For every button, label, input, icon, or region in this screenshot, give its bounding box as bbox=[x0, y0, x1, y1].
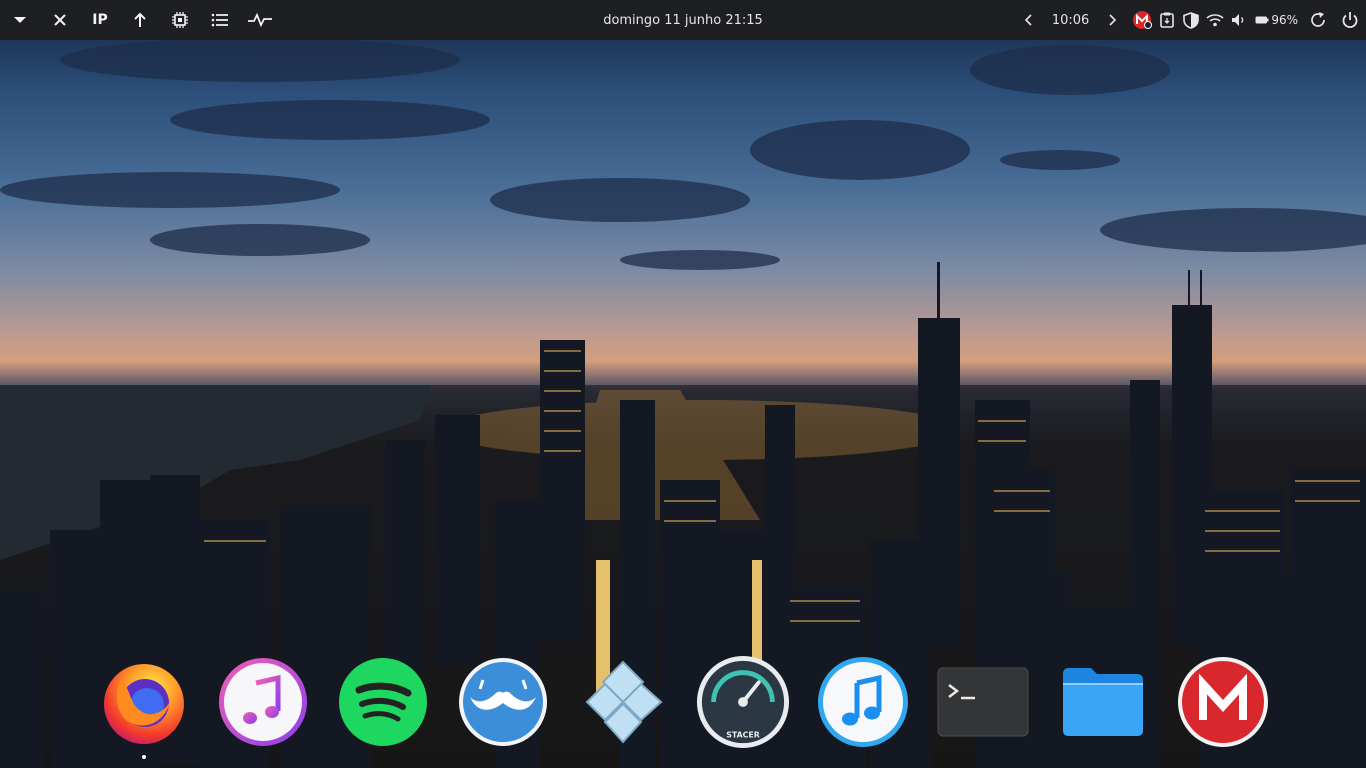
cpu-icon bbox=[172, 12, 188, 28]
arrow-up-icon bbox=[134, 12, 146, 27]
running-indicator bbox=[142, 755, 146, 759]
task-list-button[interactable] bbox=[200, 0, 240, 40]
gamepad-icon bbox=[585, 660, 663, 744]
power-button[interactable] bbox=[1334, 0, 1366, 40]
timer-prev-button[interactable] bbox=[1018, 0, 1040, 40]
firefox-icon bbox=[104, 664, 184, 744]
mega-icon bbox=[1178, 657, 1268, 747]
ip-button[interactable]: IP bbox=[80, 0, 120, 40]
terminal-icon bbox=[937, 667, 1029, 737]
menu-dropdown-button[interactable] bbox=[0, 0, 40, 40]
stacer-label: STACER bbox=[726, 730, 760, 739]
dock-item-firefox[interactable] bbox=[97, 655, 191, 759]
folder-icon bbox=[1063, 668, 1143, 736]
pulse-icon bbox=[248, 13, 272, 27]
clipboard-icon bbox=[1160, 12, 1175, 28]
mega-sync-icon bbox=[1133, 11, 1153, 29]
timer-next-button[interactable] bbox=[1101, 0, 1123, 40]
dock-item-terminal[interactable] bbox=[936, 655, 1030, 749]
wifi-icon bbox=[1206, 14, 1224, 27]
spotify-icon bbox=[339, 658, 427, 746]
vpn-shield-button[interactable] bbox=[1179, 0, 1203, 40]
mustache-icon bbox=[459, 658, 547, 746]
wifi-button[interactable] bbox=[1203, 0, 1227, 40]
dock-item-mega[interactable] bbox=[1176, 655, 1270, 749]
list-icon bbox=[211, 13, 228, 27]
close-button[interactable] bbox=[40, 0, 80, 40]
stacer-icon: STACER bbox=[696, 655, 790, 749]
volume-icon bbox=[1232, 14, 1244, 26]
music-note-icon bbox=[219, 658, 307, 746]
date-time-label[interactable]: domingo 11 junho 21:15 bbox=[603, 13, 763, 28]
activity-monitor-button[interactable] bbox=[240, 0, 280, 40]
restart-icon bbox=[1311, 12, 1325, 27]
music-note-blue-icon bbox=[818, 657, 908, 747]
battery-icon bbox=[1255, 16, 1269, 24]
restart-button[interactable] bbox=[1302, 0, 1334, 40]
battery-percent: 96% bbox=[1271, 13, 1298, 27]
panel-right-group: 10:06 96% bbox=[1018, 0, 1366, 40]
clipboard-tray-button[interactable] bbox=[1155, 0, 1179, 40]
dock-item-spotify[interactable] bbox=[336, 655, 430, 749]
dock-item-ppsspp[interactable] bbox=[576, 655, 670, 749]
mega-tray-button[interactable] bbox=[1129, 0, 1155, 40]
dock-item-mustache-app[interactable] bbox=[456, 655, 550, 749]
panel-left-group: IP bbox=[0, 0, 280, 40]
chevron-down-icon bbox=[14, 17, 26, 23]
upload-button[interactable] bbox=[120, 0, 160, 40]
shield-icon bbox=[1183, 11, 1200, 29]
battery-indicator[interactable]: 96% bbox=[1251, 0, 1302, 40]
volume-button[interactable] bbox=[1227, 0, 1251, 40]
power-icon bbox=[1342, 12, 1358, 29]
timer-label[interactable]: 10:06 bbox=[1052, 13, 1089, 28]
app-dock: STACER bbox=[0, 650, 1366, 768]
chevron-right-icon bbox=[1109, 14, 1117, 26]
ip-label: IP bbox=[92, 12, 108, 28]
chevron-left-icon bbox=[1024, 14, 1032, 26]
dock-item-music-player[interactable] bbox=[816, 655, 910, 749]
top-panel: IP domingo 11 junho 21:15 10:06 96% bbox=[0, 0, 1366, 40]
close-icon bbox=[54, 14, 66, 26]
dock-item-stacer[interactable]: STACER bbox=[696, 655, 790, 749]
cpu-button[interactable] bbox=[160, 0, 200, 40]
dock-item-files[interactable] bbox=[1056, 655, 1150, 749]
dock-item-itunes[interactable] bbox=[216, 655, 310, 749]
